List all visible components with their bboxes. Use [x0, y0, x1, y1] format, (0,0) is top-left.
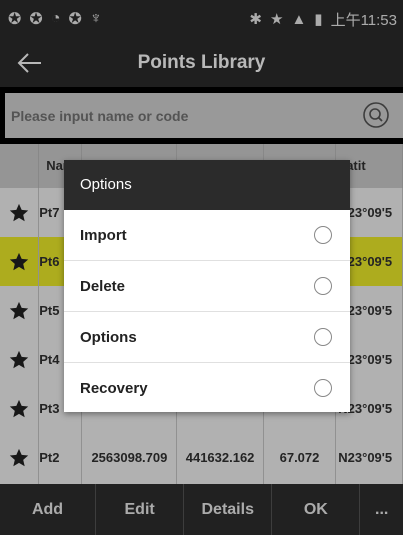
option-label: Recovery — [80, 379, 148, 397]
option-delete[interactable]: Delete — [64, 261, 350, 312]
options-dialog: Options Import Delete Options Recovery — [64, 160, 350, 412]
radio-button[interactable] — [314, 328, 332, 346]
option-import[interactable]: Import — [64, 210, 350, 261]
radio-button[interactable] — [314, 277, 332, 295]
option-label: Delete — [80, 277, 126, 295]
option-label: Import — [80, 226, 127, 244]
option-options[interactable]: Options — [64, 312, 350, 363]
option-label: Options — [80, 328, 137, 346]
radio-button[interactable] — [314, 379, 332, 397]
option-recovery[interactable]: Recovery — [64, 363, 350, 413]
dialog-title: Options — [64, 160, 350, 210]
radio-button[interactable] — [314, 226, 332, 244]
